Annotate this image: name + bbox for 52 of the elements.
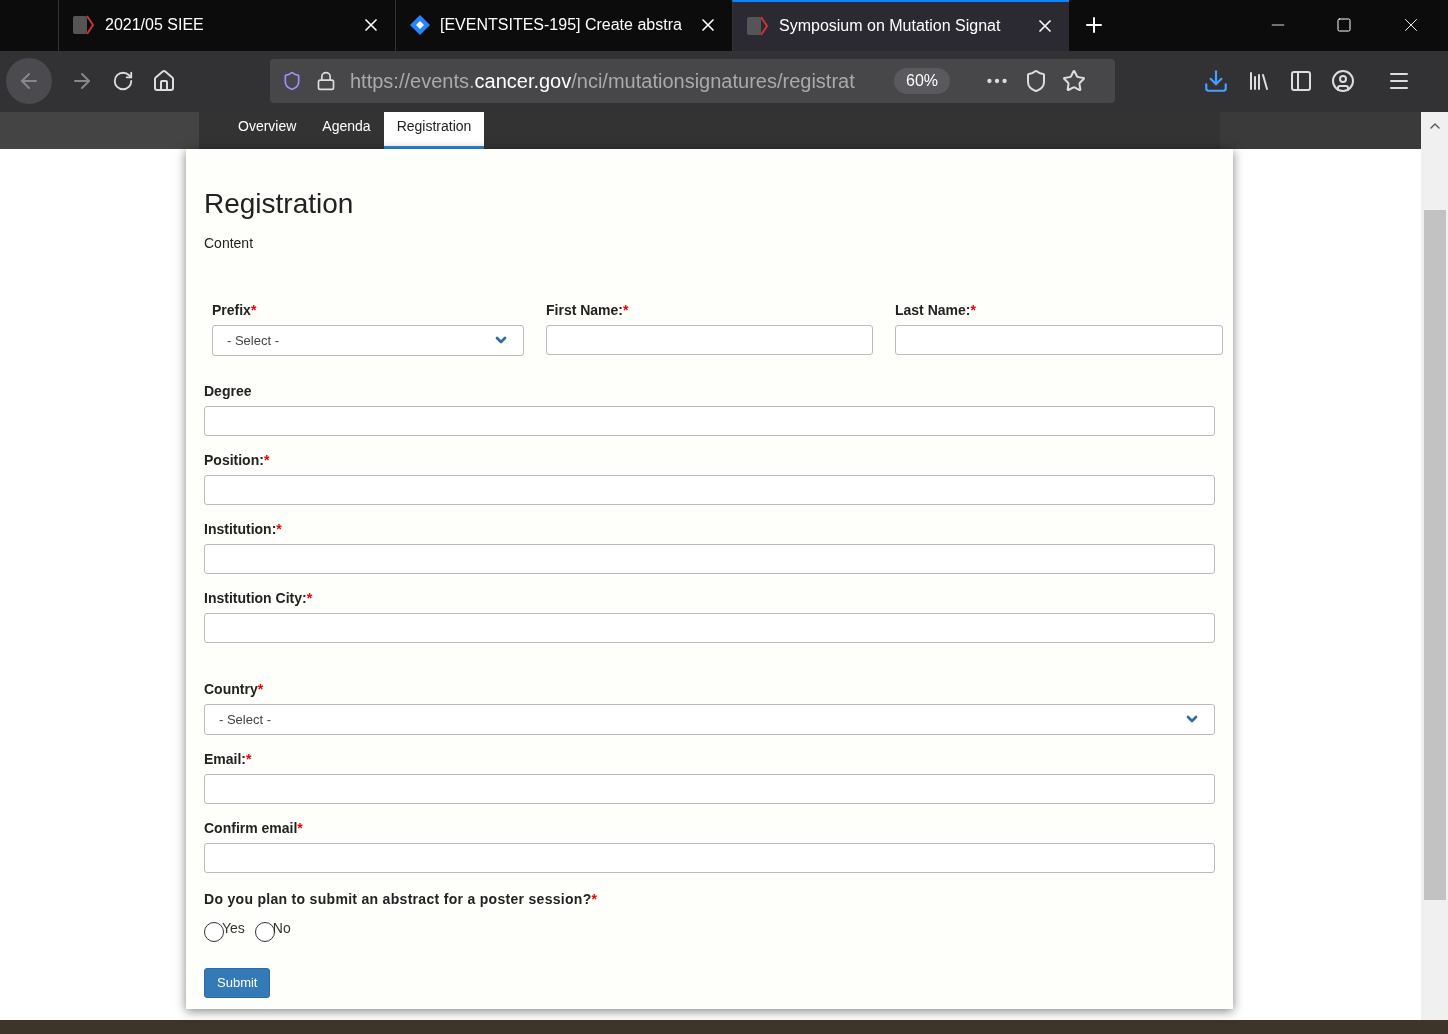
radio-button[interactable] (254, 921, 275, 942)
zoom-level-badge[interactable]: 60% (894, 68, 951, 95)
text-input[interactable] (204, 543, 1215, 574)
lock-icon (316, 71, 336, 92)
shield-icon (282, 71, 302, 92)
url-text: https://events.cancer.gov/nci/mutationsignatures/registrat (350, 69, 856, 95)
text-input[interactable] (204, 773, 1215, 804)
text-input[interactable] (204, 612, 1215, 643)
tab-title: Symposium on Mutation Signat (779, 16, 1002, 37)
sidebar-icon[interactable] (1289, 69, 1313, 94)
radio-label: No (272, 918, 291, 938)
field-label: Degree (204, 381, 253, 401)
select-dropdown[interactable]: - Select - (212, 324, 524, 356)
nav-tab[interactable]: Registration (383, 111, 485, 149)
field-label: Institution City:* (204, 588, 314, 608)
page-heading: Registration (204, 186, 355, 221)
field-label: Institution:* (204, 519, 283, 539)
question-label: Do you plan to submit an abstract for a poster session?* (204, 889, 599, 909)
nav-tab[interactable]: Overview (225, 111, 310, 149)
download-icon[interactable] (1203, 68, 1229, 95)
maximize-icon[interactable] (1336, 17, 1352, 34)
text-input[interactable] (204, 842, 1215, 873)
address-bar[interactable]: https://events.cancer.gov/nci/mutationsignatures/registrat 60% (270, 59, 1115, 104)
content-text: Content (204, 233, 255, 253)
submit-button[interactable]: Submit (204, 967, 271, 998)
radio-button[interactable] (204, 921, 224, 942)
field-label: Last Name:* (895, 300, 977, 320)
field-label: Email:* (204, 749, 253, 769)
tab-title: [EVENTSITES-195] Create abstra (440, 15, 683, 36)
site-icon (73, 15, 95, 36)
account-icon[interactable] (1331, 69, 1355, 94)
scrollbar[interactable] (1421, 111, 1448, 1020)
home-icon[interactable] (152, 69, 176, 94)
tab-title: 2021/05 SIEE (105, 15, 205, 36)
star-icon[interactable] (1062, 69, 1087, 94)
field-label: Prefix* (212, 300, 258, 320)
back-button[interactable] (6, 58, 52, 105)
text-input[interactable] (546, 324, 873, 355)
browser-tab[interactable]: Symposium on Mutation Signat (732, 0, 1069, 51)
reload-icon[interactable] (112, 70, 134, 93)
select-dropdown[interactable]: - Select - (204, 703, 1215, 735)
field-label: First Name:* (546, 300, 630, 320)
diamond-icon (410, 15, 430, 36)
text-input[interactable] (204, 474, 1215, 505)
text-input[interactable] (895, 324, 1223, 355)
nav-tab[interactable]: Agenda (309, 111, 384, 149)
text-input[interactable] (204, 405, 1215, 436)
field-label: Country* (204, 679, 265, 699)
field-label: Position:* (204, 450, 271, 470)
radio-label: Yes (222, 918, 245, 938)
field-label: Confirm email* (204, 818, 304, 838)
site-icon (747, 16, 769, 37)
